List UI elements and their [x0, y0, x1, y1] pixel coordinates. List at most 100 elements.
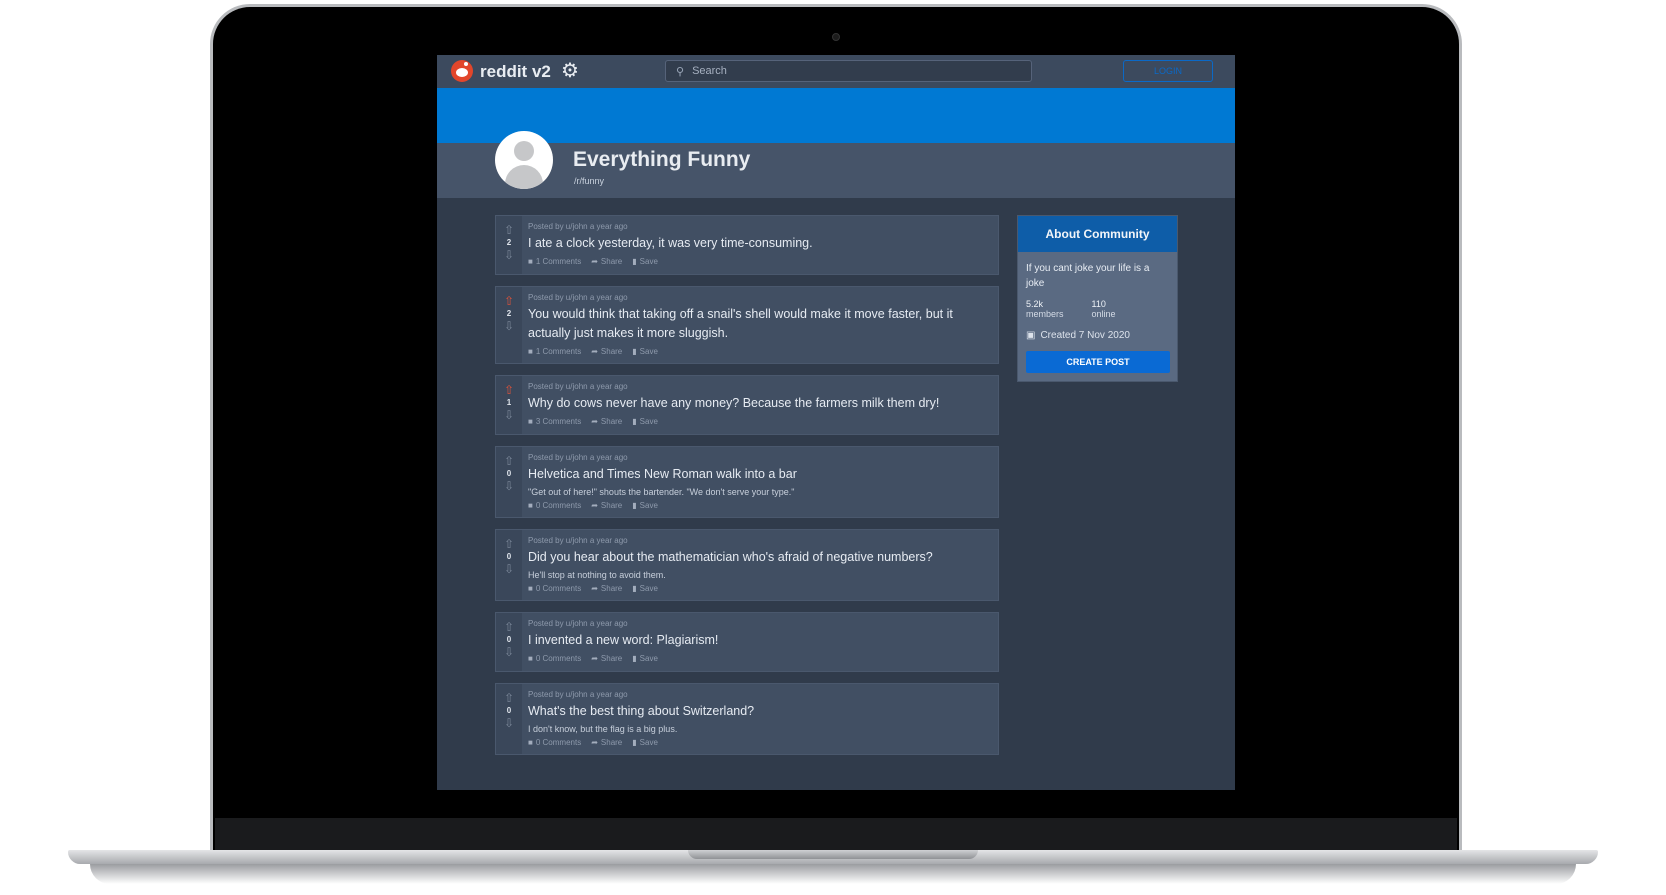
share-label: Share	[600, 257, 623, 266]
share-button[interactable]: ➦ Share	[591, 584, 622, 593]
save-label: Save	[639, 654, 658, 663]
share-button[interactable]: ➦ Share	[591, 417, 622, 426]
comment-icon: ■	[528, 347, 533, 356]
save-label: Save	[639, 584, 658, 593]
post-card[interactable]: ⇧ 0 ⇩ Posted by u/john a year ago What's…	[495, 683, 999, 755]
post-meta: Posted by u/john a year ago	[528, 536, 628, 545]
save-label: Save	[639, 417, 658, 426]
reddit-logo-icon[interactable]	[451, 60, 473, 82]
post-card[interactable]: ⇧ 0 ⇩ Posted by u/john a year ago I inve…	[495, 612, 999, 672]
login-button[interactable]: LOGIN	[1123, 60, 1213, 82]
share-button[interactable]: ➦ Share	[591, 347, 622, 356]
camera-icon	[832, 33, 840, 41]
share-icon: ➦	[591, 257, 598, 266]
save-button[interactable]: ▮ Save	[632, 738, 658, 747]
save-button[interactable]: ▮ Save	[632, 501, 658, 510]
vote-count: 0	[506, 469, 512, 478]
save-button[interactable]: ▮ Save	[632, 417, 658, 426]
post-meta: Posted by u/john a year ago	[528, 293, 628, 302]
comments-button[interactable]: ■ 0 Comments	[528, 501, 581, 510]
share-icon: ➦	[591, 347, 598, 356]
share-label: Share	[600, 738, 623, 747]
arrow-down-icon[interactable]: ⇩	[504, 717, 514, 729]
community-avatar	[495, 131, 553, 189]
share-button[interactable]: ➦ Share	[591, 654, 622, 663]
create-post-button[interactable]: CREATE POST	[1026, 351, 1170, 373]
save-button[interactable]: ▮ Save	[632, 257, 658, 266]
post-title[interactable]: What's the best thing about Switzerland?	[528, 702, 988, 721]
share-label: Share	[600, 654, 623, 663]
post-title[interactable]: I ate a clock yesterday, it was very tim…	[528, 234, 988, 253]
vote-count: 2	[506, 238, 512, 247]
top-navbar: reddit v2 ⚙ ⚲ LOGIN	[437, 55, 1235, 88]
comments-button[interactable]: ■ 1 Comments	[528, 347, 581, 356]
arrow-up-icon[interactable]: ⇧	[504, 692, 514, 704]
community-slug[interactable]: /r/funny	[574, 176, 604, 186]
comment-icon: ■	[528, 584, 533, 593]
arrow-up-icon[interactable]: ⇧	[504, 621, 514, 633]
online-stat: 110 online	[1092, 299, 1116, 319]
search-icon: ⚲	[676, 65, 685, 78]
post-actions: ■ 3 Comments ➦ Share ▮ Save	[528, 417, 988, 426]
arrow-down-icon[interactable]: ⇩	[504, 563, 514, 575]
comment-icon: ■	[528, 417, 533, 426]
created-date: ▣ Created 7 Nov 2020	[1018, 319, 1177, 341]
comments-button[interactable]: ■ 3 Comments	[528, 417, 581, 426]
post-card[interactable]: ⇧ 0 ⇩ Posted by u/john a year ago Did yo…	[495, 529, 999, 601]
comments-button[interactable]: ■ 0 Comments	[528, 738, 581, 747]
arrow-up-icon[interactable]: ⇧	[504, 384, 514, 396]
comments-button[interactable]: ■ 0 Comments	[528, 584, 581, 593]
arrow-down-icon[interactable]: ⇩	[504, 249, 514, 261]
post-card[interactable]: ⇧ 1 ⇩ Posted by u/john a year ago Why do…	[495, 375, 999, 435]
arrow-up-icon[interactable]: ⇧	[504, 538, 514, 550]
arrow-down-icon[interactable]: ⇩	[504, 409, 514, 421]
share-button[interactable]: ➦ Share	[591, 501, 622, 510]
created-text: Created 7 Nov 2020	[1040, 330, 1130, 341]
arrow-down-icon[interactable]: ⇩	[504, 646, 514, 658]
arrow-up-icon[interactable]: ⇧	[504, 295, 514, 307]
save-button[interactable]: ▮ Save	[632, 654, 658, 663]
bookmark-icon: ▮	[632, 584, 637, 593]
vote-column: ⇧ 0 ⇩	[496, 447, 522, 517]
post-card[interactable]: ⇧ 0 ⇩ Posted by u/john a year ago Helvet…	[495, 446, 999, 518]
search-box[interactable]: ⚲	[665, 60, 1032, 82]
post-card[interactable]: ⇧ 2 ⇩ Posted by u/john a year ago I ate …	[495, 215, 999, 275]
share-button[interactable]: ➦ Share	[591, 738, 622, 747]
post-meta: Posted by u/john a year ago	[528, 453, 628, 462]
avatar-head	[514, 141, 534, 161]
bookmark-icon: ▮	[632, 417, 637, 426]
post-title[interactable]: Why do cows never have any money? Becaus…	[528, 394, 988, 413]
laptop-chin	[215, 818, 1457, 852]
comments-button[interactable]: ■ 0 Comments	[528, 654, 581, 663]
comments-label: 0 Comments	[535, 584, 582, 593]
vote-count: 1	[506, 398, 512, 407]
post-body: "Get out of here!" shouts the bartender.…	[528, 487, 795, 497]
arrow-up-icon[interactable]: ⇧	[504, 224, 514, 236]
online-count: 110	[1091, 299, 1106, 309]
post-title[interactable]: I invented a new word: Plagiarism!	[528, 631, 988, 650]
comments-button[interactable]: ■ 1 Comments	[528, 257, 581, 266]
gear-icon[interactable]: ⚙	[561, 60, 579, 82]
arrow-up-icon[interactable]: ⇧	[504, 455, 514, 467]
save-button[interactable]: ▮ Save	[632, 584, 658, 593]
vote-column: ⇧ 0 ⇩	[496, 530, 522, 600]
post-list: ⇧ 2 ⇩ Posted by u/john a year ago I ate …	[495, 215, 999, 766]
post-title[interactable]: Helvetica and Times New Roman walk into …	[528, 465, 988, 484]
members-count: 5.2k	[1026, 299, 1044, 309]
post-card[interactable]: ⇧ 2 ⇩ Posted by u/john a year ago You wo…	[495, 286, 999, 364]
post-body: He'll stop at nothing to avoid them.	[528, 570, 666, 580]
save-button[interactable]: ▮ Save	[632, 347, 658, 356]
post-title[interactable]: Did you hear about the mathematician who…	[528, 548, 988, 567]
online-label: online	[1091, 309, 1116, 319]
arrow-down-icon[interactable]: ⇩	[504, 480, 514, 492]
community-header: Everything Funny /r/funny	[437, 131, 1235, 198]
search-input[interactable]	[692, 65, 1013, 77]
members-stat: 5.2k members	[1026, 299, 1064, 319]
share-button[interactable]: ➦ Share	[591, 257, 622, 266]
arrow-down-icon[interactable]: ⇩	[504, 320, 514, 332]
comments-label: 1 Comments	[535, 257, 582, 266]
share-label: Share	[600, 584, 623, 593]
post-title[interactable]: You would think that taking off a snail'…	[528, 305, 988, 343]
brand-title[interactable]: reddit v2	[480, 62, 551, 82]
vote-column: ⇧ 0 ⇩	[496, 684, 522, 754]
